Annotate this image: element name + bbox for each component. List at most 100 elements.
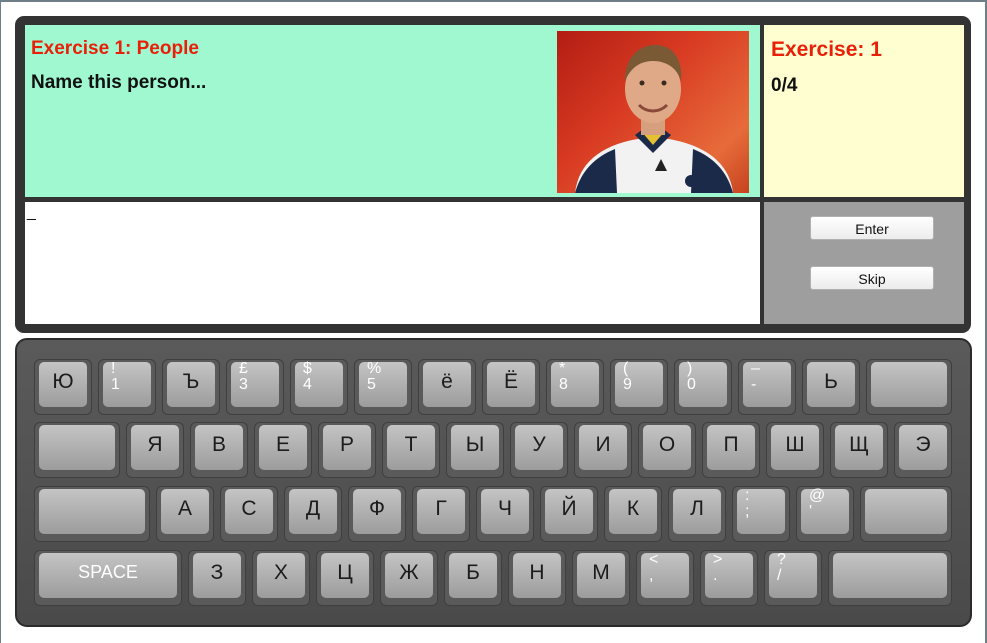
key-/[interactable]: ? / bbox=[764, 550, 822, 606]
key-'[interactable]: @ ' bbox=[796, 486, 854, 542]
key-blank[interactable] bbox=[860, 486, 952, 542]
key-Ы[interactable]: Ы bbox=[446, 422, 504, 478]
key-blank[interactable] bbox=[866, 359, 952, 415]
key-shift-label: > bbox=[713, 551, 723, 568]
key-Ш[interactable]: Ш bbox=[766, 422, 824, 478]
keycap: О bbox=[643, 425, 691, 470]
keycap: Щ bbox=[835, 425, 883, 470]
key-base-label: . bbox=[713, 567, 718, 584]
key-blank[interactable] bbox=[828, 550, 952, 606]
keycap: <, bbox=[641, 552, 689, 598]
keycap: ) 0 bbox=[679, 361, 727, 407]
keycap: С bbox=[225, 489, 273, 534]
key-shift-label: * bbox=[559, 360, 566, 377]
key-4[interactable]: $4 bbox=[290, 359, 348, 415]
key-label: Х bbox=[273, 561, 288, 584]
key-Ь[interactable]: Ь bbox=[802, 359, 860, 415]
window-left-border bbox=[0, 0, 1, 643]
keycap: % 5 bbox=[359, 361, 407, 407]
keycap: – - bbox=[743, 361, 791, 407]
keycap: Й bbox=[545, 489, 593, 534]
score-panel: Exercise: 1 0/4 bbox=[764, 25, 964, 197]
key-label: ё bbox=[441, 370, 453, 393]
space-key[interactable]: SPACE bbox=[34, 550, 182, 606]
key-8[interactable]: * 8 bbox=[546, 359, 604, 415]
key-,[interactable]: <, bbox=[636, 550, 694, 606]
key-П[interactable]: П bbox=[702, 422, 760, 478]
key-Е[interactable]: Е bbox=[254, 422, 312, 478]
keycap: Ш bbox=[771, 425, 819, 470]
key-;[interactable]: :; bbox=[732, 486, 790, 542]
key-З[interactable]: З bbox=[188, 550, 246, 606]
key-label: О bbox=[658, 433, 676, 456]
key-label: Ы bbox=[465, 433, 485, 456]
keycap: ё bbox=[423, 362, 471, 407]
key-Ф[interactable]: Ф bbox=[348, 486, 406, 542]
key-3[interactable]: £3 bbox=[226, 359, 284, 415]
key-Г[interactable]: Г bbox=[412, 486, 470, 542]
key-У[interactable]: У bbox=[510, 422, 568, 478]
key-Б[interactable]: Б bbox=[444, 550, 502, 606]
key-С[interactable]: С bbox=[220, 486, 278, 542]
keycap: У bbox=[515, 425, 563, 470]
keycap: Э bbox=[899, 425, 947, 470]
key-base-label: 1 bbox=[111, 376, 120, 393]
key-label: З bbox=[210, 561, 224, 584]
key-Й[interactable]: Й bbox=[540, 486, 598, 542]
key-label: С bbox=[241, 497, 257, 520]
key-В[interactable]: В bbox=[190, 422, 248, 478]
key-Я[interactable]: Я bbox=[126, 422, 184, 478]
key-label: М bbox=[592, 561, 610, 584]
key-Р[interactable]: Р bbox=[318, 422, 376, 478]
key-О[interactable]: О bbox=[638, 422, 696, 478]
key-label: Ъ bbox=[182, 370, 200, 393]
key-Л[interactable]: Л bbox=[668, 486, 726, 542]
keycap: В bbox=[195, 425, 243, 470]
key-Ж[interactable]: Ж bbox=[380, 550, 438, 606]
key-9[interactable]: (9 bbox=[610, 359, 668, 415]
key-shift-label: : bbox=[745, 487, 750, 504]
key-0[interactable]: ) 0 bbox=[674, 359, 732, 415]
answer-input[interactable]: _ bbox=[25, 202, 760, 324]
key-shift-label: ? bbox=[777, 551, 786, 568]
controls-panel: Enter Skip bbox=[764, 202, 964, 324]
key-label: В bbox=[211, 433, 226, 456]
keycap bbox=[865, 489, 947, 534]
key-Ë[interactable]: Ë bbox=[482, 359, 540, 415]
key--[interactable]: – - bbox=[738, 359, 796, 415]
key-Т[interactable]: Т bbox=[382, 422, 440, 478]
question-area: Exercise 1: People Name this person... bbox=[25, 25, 760, 197]
keycap: @ ' bbox=[801, 488, 849, 534]
key-Ю[interactable]: Ю bbox=[34, 359, 92, 415]
key-Ч[interactable]: Ч bbox=[476, 486, 534, 542]
key-1[interactable]: ! 1 bbox=[98, 359, 156, 415]
key-5[interactable]: % 5 bbox=[354, 359, 412, 415]
key-label: Н bbox=[529, 561, 545, 584]
key-Д[interactable]: Д bbox=[284, 486, 342, 542]
key-ё[interactable]: ё bbox=[418, 359, 476, 415]
keycap: Ф bbox=[353, 489, 401, 534]
key-shift-label: $ bbox=[303, 360, 312, 377]
key-Ц[interactable]: Ц bbox=[316, 550, 374, 606]
score-value: 0/4 bbox=[771, 75, 798, 96]
key-blank[interactable] bbox=[34, 422, 120, 478]
key-Н[interactable]: Н bbox=[508, 550, 566, 606]
keycap: Ь bbox=[807, 362, 855, 407]
key-М[interactable]: М bbox=[572, 550, 630, 606]
key-И[interactable]: И bbox=[574, 422, 632, 478]
key-blank[interactable] bbox=[34, 486, 150, 542]
key-base-label: - bbox=[751, 376, 757, 393]
answer-text: _ bbox=[27, 204, 36, 221]
key-.[interactable]: >. bbox=[700, 550, 758, 606]
key-К[interactable]: К bbox=[604, 486, 662, 542]
key-Х[interactable]: Х bbox=[252, 550, 310, 606]
key-Щ[interactable]: Щ bbox=[830, 422, 888, 478]
keycap bbox=[833, 553, 947, 598]
key-А[interactable]: А bbox=[156, 486, 214, 542]
key-base-label: 8 bbox=[559, 376, 568, 393]
skip-button[interactable]: Skip bbox=[810, 266, 934, 290]
key-Ъ[interactable]: Ъ bbox=[162, 359, 220, 415]
key-label: Й bbox=[561, 497, 577, 520]
key-Э[interactable]: Э bbox=[894, 422, 952, 478]
enter-button[interactable]: Enter bbox=[810, 216, 934, 240]
